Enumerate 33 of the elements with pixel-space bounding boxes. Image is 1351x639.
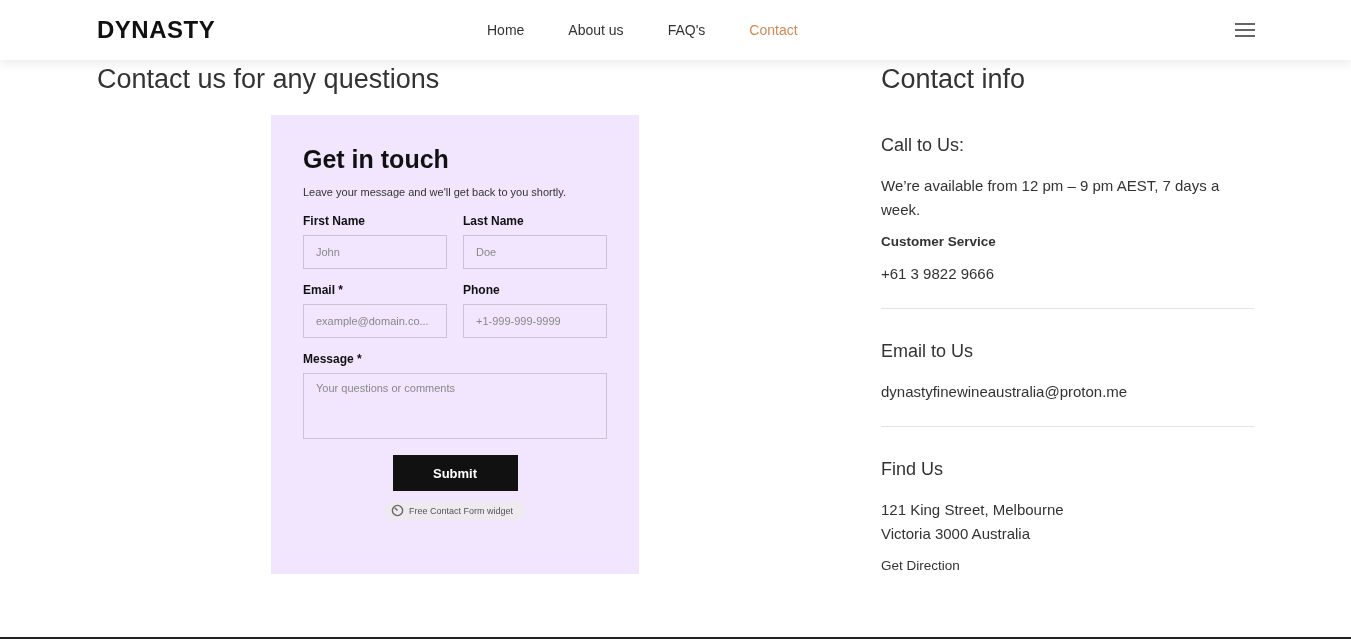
info-title: Find Us	[881, 459, 944, 480]
widget-credit-link[interactable]: Free Contact Form widget	[385, 501, 525, 520]
field-label: First Name	[303, 214, 367, 228]
nav-link[interactable]: FAQ's	[667, 22, 706, 38]
field-label: Message *	[303, 352, 363, 366]
field-label: Last Name	[463, 214, 525, 228]
nav-link[interactable]: About us	[568, 22, 624, 38]
section-heading: Contact info	[881, 64, 1027, 95]
logo: DYNASTY	[97, 16, 217, 44]
info-text: +61 3 9822 9666	[881, 264, 996, 284]
input-field[interactable]: example@domain.co...	[303, 304, 447, 338]
form-title: Get in touch	[303, 145, 450, 174]
info-text: 121 King Street, Melbourne	[881, 500, 1065, 520]
input-field[interactable]: Doe	[463, 235, 607, 269]
input-field[interactable]: John	[303, 235, 447, 269]
info-title: Email to Us	[881, 341, 975, 362]
direction-link[interactable]: Get Direction	[881, 554, 1254, 578]
info-label: Customer Service	[881, 233, 997, 251]
info-text: We’re available from 12 pm – 9 pm AEST, 7 days a week.	[881, 176, 1221, 220]
info-text: Victoria 3000 Australia	[881, 524, 1031, 544]
input-field[interactable]: +1-999-999-9999	[463, 304, 607, 338]
field-label: Phone	[463, 283, 501, 297]
page-heading: Contact us for any questions	[97, 64, 441, 95]
form-subtitle: Leave your message and we'll get back to you shortly.	[303, 186, 567, 198]
clock-icon	[391, 504, 404, 517]
menu-icon[interactable]	[1235, 23, 1255, 37]
info-text: dynastyfinewineaustralia@proton.me	[881, 382, 1129, 402]
message-field[interactable]: Your questions or comments	[303, 373, 607, 439]
submit-button[interactable]: Submit	[392, 455, 518, 491]
widget-credit-text: Free Contact Form widget	[409, 505, 514, 516]
nav-link[interactable]: Home	[487, 22, 525, 38]
info-title: Call to Us:	[881, 135, 966, 156]
field-label: Email *	[303, 283, 345, 297]
